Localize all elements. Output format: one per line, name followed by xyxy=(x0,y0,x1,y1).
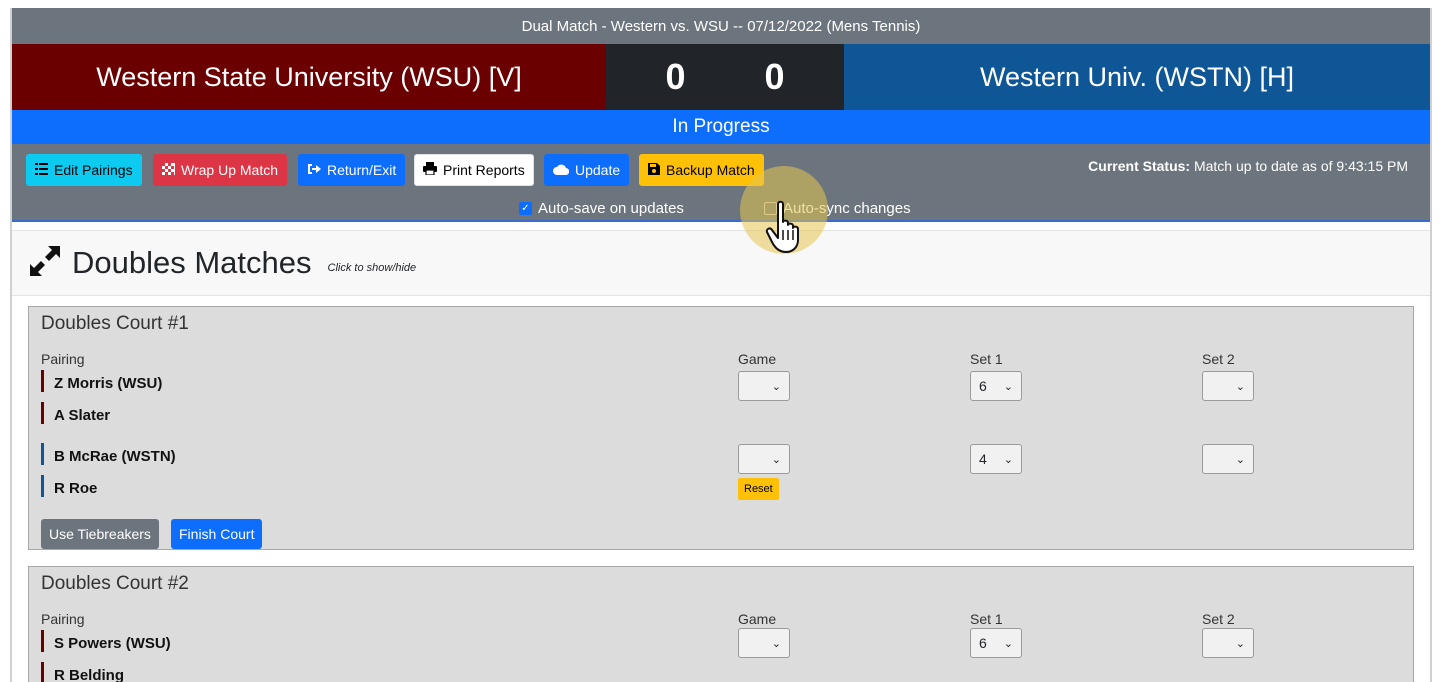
match-status-text: In Progress xyxy=(672,116,770,137)
away-player: A Slater xyxy=(41,402,110,424)
wrap-up-match-label: Wrap Up Match xyxy=(181,162,278,178)
court-title: Doubles Court #2 xyxy=(41,573,189,594)
away-player: Z Morris (WSU) xyxy=(41,370,162,392)
hand-pointer-icon xyxy=(764,200,808,254)
pairing-label: Pairing xyxy=(41,611,85,627)
checkered-flag-icon xyxy=(162,162,175,178)
section-title: Doubles Matches xyxy=(72,245,312,280)
court-title: Doubles Court #1 xyxy=(41,313,189,334)
home-player: R Roe xyxy=(41,475,97,497)
print-reports-button[interactable]: Print Reports xyxy=(414,154,534,186)
set2-label: Set 2 xyxy=(1202,611,1235,627)
wrap-up-match-button[interactable]: Wrap Up Match xyxy=(153,154,287,186)
player-name: R Belding xyxy=(54,667,124,682)
chevron-down-icon: ⌄ xyxy=(1235,637,1245,650)
return-exit-label: Return/Exit xyxy=(327,162,397,178)
reset-game-button[interactable]: Reset xyxy=(738,478,779,500)
edit-pairings-button[interactable]: Edit Pairings xyxy=(26,154,142,186)
edit-pairings-label: Edit Pairings xyxy=(54,162,133,178)
print-reports-label: Print Reports xyxy=(443,162,525,178)
player-name: S Powers (WSU) xyxy=(54,635,171,652)
doubles-court-1: Doubles Court #1 Pairing Game Set 1 Set … xyxy=(28,306,1414,550)
match-title: Dual Match - Western vs. WSU -- 07/12/20… xyxy=(521,17,921,35)
home-team-name: Western Univ. (WSTN) [H] xyxy=(844,44,1430,110)
home-set2-select[interactable]: ⌄ xyxy=(1202,444,1254,474)
expand-arrows-icon xyxy=(28,244,62,283)
use-tiebreakers-button[interactable]: Use Tiebreakers xyxy=(41,519,159,549)
current-status-label: Current Status: xyxy=(1088,158,1191,174)
game-label: Game xyxy=(738,351,777,367)
player-name: R Roe xyxy=(54,480,98,497)
chevron-down-icon: ⌄ xyxy=(1003,380,1013,393)
home-team-bar xyxy=(41,475,44,497)
home-player: B McRae (WSTN) xyxy=(41,443,176,465)
autosave-toggle[interactable]: ✓ Auto-save on updates xyxy=(519,200,684,217)
match-title-bar: Dual Match - Western vs. WSU -- 07/12/20… xyxy=(12,8,1430,44)
chevron-down-icon: ⌄ xyxy=(771,380,781,393)
selected-value: 6 xyxy=(979,635,987,651)
doubles-court-2: Doubles Court #2 Pairing Game Set 1 Set … xyxy=(28,566,1414,682)
autosave-checkbox[interactable]: ✓ xyxy=(519,202,532,215)
scoreboard: Western State University (WSU) [V] 0 0 W… xyxy=(12,44,1430,110)
sync-options: ✓ Auto-save on updates Auto-sync changes xyxy=(12,200,1430,220)
away-set2-select[interactable]: ⌄ xyxy=(1202,371,1254,401)
list-icon xyxy=(35,162,48,178)
home-set1-select[interactable]: 4 ⌄ xyxy=(970,444,1022,474)
score-box: 0 0 xyxy=(606,44,844,110)
set1-label: Set 1 xyxy=(970,611,1003,627)
chevron-down-icon: ⌄ xyxy=(1003,637,1013,650)
match-status-bar: In Progress xyxy=(12,110,1430,144)
cloud-icon xyxy=(553,162,570,178)
update-button[interactable]: Update xyxy=(544,154,630,186)
backup-match-button[interactable]: Backup Match xyxy=(639,154,764,186)
section-hint: Click to show/hide xyxy=(327,262,417,274)
toolbar: Edit Pairings Wrap Up Match Return/Exit … xyxy=(12,144,1430,222)
player-name: Z Morris (WSU) xyxy=(54,375,163,392)
current-status: Current Status: Match up to date as of 9… xyxy=(1088,158,1408,174)
set2-label: Set 2 xyxy=(1202,351,1235,367)
backup-match-label: Backup Match xyxy=(666,162,755,178)
sign-out-icon xyxy=(307,162,321,178)
game-label: Game xyxy=(738,611,777,627)
pairing-label: Pairing xyxy=(41,351,85,367)
save-icon xyxy=(648,162,660,178)
autosave-label: Auto-save on updates xyxy=(538,200,684,217)
home-game-select[interactable]: ⌄ xyxy=(738,444,790,474)
away-team-name: Western State University (WSU) [V] xyxy=(12,44,606,110)
update-label: Update xyxy=(575,162,621,178)
printer-icon xyxy=(423,162,437,178)
chevron-down-icon: ⌄ xyxy=(1235,380,1245,393)
chevron-down-icon: ⌄ xyxy=(771,637,781,650)
away-game-select[interactable]: ⌄ xyxy=(738,628,790,658)
player-name: A Slater xyxy=(54,407,111,424)
away-set2-select[interactable]: ⌄ xyxy=(1202,628,1254,658)
selected-value: 6 xyxy=(979,378,987,394)
away-team-bar xyxy=(41,630,44,652)
finish-court-button[interactable]: Finish Court xyxy=(171,519,263,549)
chevron-down-icon: ⌄ xyxy=(1003,453,1013,466)
player-name: B McRae (WSTN) xyxy=(54,448,176,465)
away-game-select[interactable]: ⌄ xyxy=(738,371,790,401)
return-exit-button[interactable]: Return/Exit xyxy=(298,154,406,186)
current-status-value: Match up to date as of 9:43:15 PM xyxy=(1193,158,1408,174)
away-score: 0 xyxy=(665,56,686,97)
away-team-bar xyxy=(41,370,44,392)
doubles-section-header[interactable]: Doubles Matches Click to show/hide xyxy=(12,230,1430,296)
away-team-bar xyxy=(41,402,44,424)
chevron-down-icon: ⌄ xyxy=(771,453,781,466)
away-set1-select[interactable]: 6 ⌄ xyxy=(970,628,1022,658)
set1-label: Set 1 xyxy=(970,351,1003,367)
away-team-bar xyxy=(41,662,44,682)
home-team-bar xyxy=(41,443,44,465)
home-score: 0 xyxy=(764,56,785,97)
app-frame: Dual Match - Western vs. WSU -- 07/12/20… xyxy=(10,8,1432,682)
away-player: R Belding xyxy=(41,662,124,682)
chevron-down-icon: ⌄ xyxy=(1235,453,1245,466)
selected-value: 4 xyxy=(979,451,987,467)
away-set1-select[interactable]: 6 ⌄ xyxy=(970,371,1022,401)
away-player: S Powers (WSU) xyxy=(41,630,171,652)
